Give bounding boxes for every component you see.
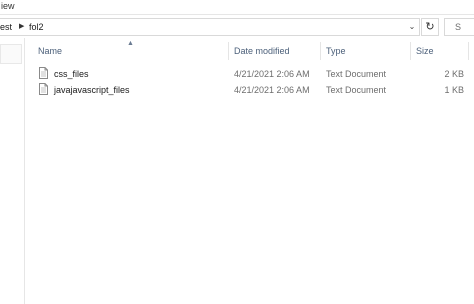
search-input[interactable]: S — [444, 18, 474, 36]
file-type: Text Document — [326, 85, 387, 95]
column-divider[interactable] — [320, 42, 321, 60]
chevron-right-icon[interactable]: ▶ — [19, 19, 24, 35]
text-document-icon — [39, 67, 48, 79]
column-header-row: ▲ Name Date modified Type Size — [30, 40, 474, 62]
file-row[interactable]: css_files 4/21/2021 2:06 AM Text Documen… — [30, 66, 474, 82]
breadcrumb-current[interactable]: fol2 — [29, 19, 44, 35]
column-divider[interactable] — [468, 42, 469, 60]
refresh-icon[interactable]: ↻ — [421, 18, 439, 36]
text-document-icon — [39, 83, 48, 95]
breadcrumb-parent[interactable]: est — [0, 19, 12, 35]
column-header-name[interactable]: Name — [38, 40, 62, 62]
ribbon-bar: iew — [0, 0, 474, 14]
navigation-pane-item[interactable] — [0, 44, 22, 64]
ribbon-divider — [0, 14, 474, 15]
chevron-down-icon[interactable]: ⌄ — [406, 19, 418, 35]
file-size: 2 KB — [444, 69, 464, 79]
file-row[interactable]: javajavascript_files 4/21/2021 2:06 AM T… — [30, 82, 474, 98]
file-size: 1 KB — [444, 85, 464, 95]
search-placeholder: S — [455, 22, 462, 32]
column-divider[interactable] — [228, 42, 229, 60]
column-divider[interactable] — [410, 42, 411, 60]
file-date-modified: 4/21/2021 2:06 AM — [234, 69, 310, 79]
file-date-modified: 4/21/2021 2:06 AM — [234, 85, 310, 95]
navigation-pane-divider[interactable] — [24, 38, 25, 304]
sort-ascending-icon: ▲ — [127, 40, 134, 47]
file-name[interactable]: css_files — [54, 66, 89, 82]
file-name[interactable]: javajavascript_files — [54, 82, 130, 98]
ribbon-tab-view[interactable]: iew — [1, 0, 15, 12]
column-header-size[interactable]: Size — [416, 40, 434, 62]
column-header-type[interactable]: Type — [326, 40, 346, 62]
file-type: Text Document — [326, 69, 387, 79]
column-header-date-modified[interactable]: Date modified — [234, 40, 290, 62]
address-bar[interactable]: est ▶ fol2 ⌄ — [0, 18, 420, 36]
